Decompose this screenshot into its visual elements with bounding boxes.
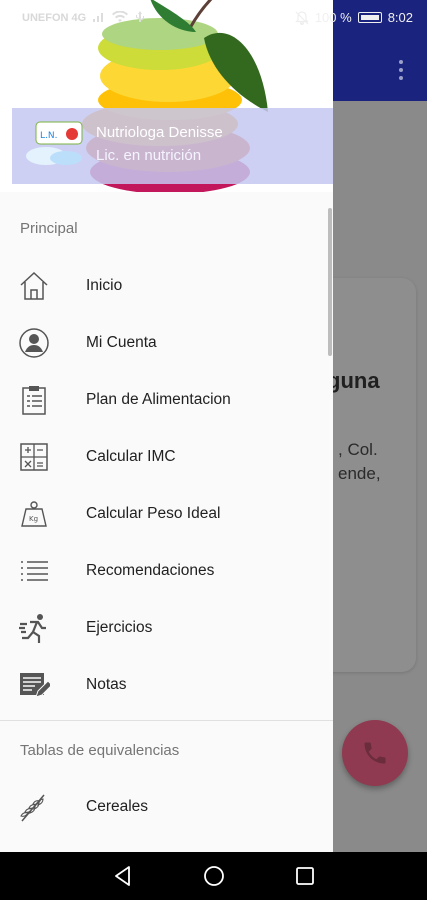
menu-label: Plan de Alimentacion [86, 390, 231, 408]
menu-label: Recomendaciones [86, 561, 215, 579]
weight-icon: Kg [21, 500, 47, 527]
clipboard-icon [22, 385, 46, 415]
menu-item-mi-cuenta[interactable]: Mi Cuenta [0, 314, 333, 371]
phone-icon [364, 742, 386, 764]
section-title-principal: Principal [20, 220, 78, 237]
drawer-scrollbar[interactable] [328, 208, 332, 356]
back-icon[interactable] [111, 864, 135, 888]
menu-item-calcular-peso-ideal[interactable]: Kg Calcular Peso Ideal [0, 485, 333, 542]
profile-subtitle: Lic. en nutrición [96, 147, 202, 164]
menu-label: Calcular IMC [86, 447, 176, 465]
profile-name: Nutriologa Denisse [96, 124, 223, 141]
logo-text: L.N. [40, 131, 57, 141]
menu-label: Notas [86, 675, 127, 693]
app-card-text-2: ende, [338, 464, 381, 483]
overflow-menu-icon[interactable] [389, 58, 413, 82]
list-icon [21, 560, 48, 581]
menu-label: Calcular Peso Ideal [86, 504, 221, 522]
menu-item-inicio[interactable]: Inicio [0, 257, 333, 314]
menu-label: Ejercicios [86, 618, 153, 636]
menu-item-notas[interactable]: Notas [0, 656, 333, 713]
signal-icon [93, 13, 103, 22]
notes-icon [20, 672, 50, 698]
section-divider [0, 720, 333, 721]
calculator-icon [20, 442, 48, 471]
svg-text:Kg: Kg [29, 515, 38, 523]
clock: 8:02 [387, 10, 413, 25]
mute-icon [294, 10, 309, 25]
usb-icon [136, 11, 144, 22]
battery-percent: 100 % [314, 10, 352, 25]
menu-item-cereales[interactable]: Cereales [0, 778, 333, 835]
carrier-label: UNEFON 4G [22, 12, 87, 24]
menu-item-plan-alimentacion[interactable]: Plan de Alimentacion [0, 371, 333, 428]
call-fab-button[interactable] [342, 720, 408, 786]
menu-item-recomendaciones[interactable]: Recomendaciones [0, 542, 333, 599]
wifi-icon [112, 11, 128, 22]
recents-icon[interactable] [293, 864, 317, 888]
navigation-drawer: L.N. Nutriologa Denisse Lic. en nutrició… [0, 0, 333, 852]
menu-item-calcular-imc[interactable]: Calcular IMC [0, 428, 333, 485]
status-bar: UNEFON 4G 100 % 8:02 [0, 0, 427, 36]
app-card-title: guna [327, 368, 380, 393]
battery-icon [357, 12, 382, 23]
home-icon [20, 271, 48, 300]
menu-item-ejercicios[interactable]: Ejercicios [0, 599, 333, 656]
menu-label: Inicio [86, 276, 123, 294]
runner-icon [19, 613, 46, 643]
app-card-text-1: , Col. [338, 440, 378, 459]
system-navigation-bar [0, 852, 427, 900]
menu-label: Cereales [86, 797, 149, 815]
home-nav-icon[interactable] [202, 864, 226, 888]
account-icon [19, 327, 49, 358]
grain-icon [20, 794, 45, 821]
section-title-tablas: Tablas de equivalencias [20, 742, 180, 759]
menu-label: Mi Cuenta [86, 333, 157, 351]
nutrition-logo: L.N. [26, 121, 83, 165]
